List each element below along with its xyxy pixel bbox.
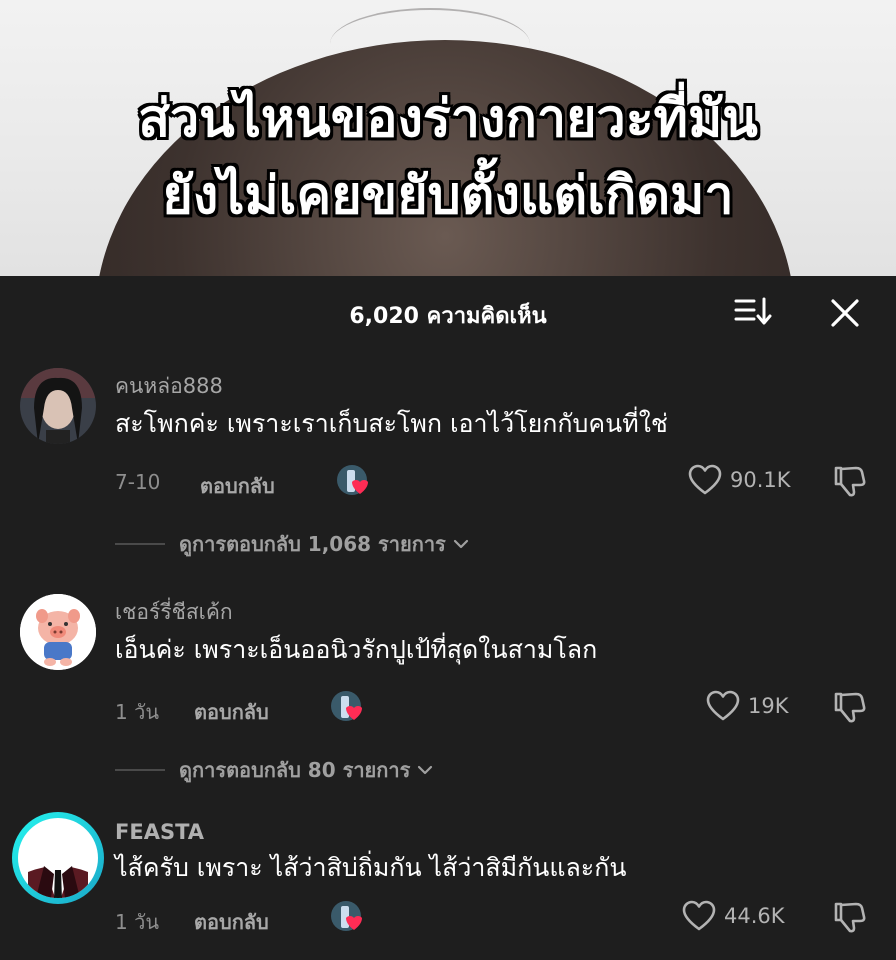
- comment-time: 1 วัน: [115, 910, 159, 934]
- like-button[interactable]: 90.1K: [688, 464, 791, 496]
- video-subject: [95, 40, 795, 276]
- creator-liked-icon: [331, 691, 362, 721]
- like-count: 44.6K: [724, 904, 785, 928]
- comments-header: 6,020 ความคิดเห็น: [0, 276, 896, 344]
- comments-panel: 6,020 ความคิดเห็น คนหล่อ888 สะโพกค่ะ เพร…: [0, 276, 896, 960]
- view-replies-label: ดูการตอบกลับ 1,068 รายการ: [179, 532, 446, 556]
- thumbs-down-icon[interactable]: [832, 690, 866, 724]
- close-icon[interactable]: [828, 296, 862, 330]
- thumbs-down-icon[interactable]: [832, 900, 866, 934]
- comment-username[interactable]: คนหล่อ888: [115, 370, 223, 403]
- thumbs-down-icon[interactable]: [832, 464, 866, 498]
- chevron-down-icon: [453, 539, 468, 549]
- video-caption-line-1: ส่วนไหนของร่างกายวะที่มัน: [138, 89, 758, 149]
- video-caption-line-2: ยังไม่เคยขยับตั้งแต่เกิดมา: [162, 166, 734, 226]
- reply-button[interactable]: ตอบกลับ: [194, 906, 269, 938]
- like-count: 90.1K: [730, 468, 791, 492]
- like-button[interactable]: 44.6K: [682, 900, 785, 932]
- reply-button[interactable]: ตอบกลับ: [200, 470, 275, 502]
- comment-item: FEASTA ไส้ครับ เพราะ ไส้ว่าสิบ่ถิ่มกัน ไ…: [0, 812, 896, 960]
- creator-liked-icon: [331, 901, 362, 931]
- view-replies-button[interactable]: ดูการตอบกลับ 1,068 รายการ: [115, 528, 470, 560]
- heart-outline-icon: [682, 900, 716, 931]
- heart-outline-icon: [688, 464, 722, 495]
- reply-button[interactable]: ตอบกลับ: [194, 696, 269, 728]
- chevron-down-icon: [418, 765, 433, 775]
- like-button[interactable]: 19K: [706, 690, 789, 722]
- sort-icon[interactable]: [734, 296, 772, 326]
- comment-username[interactable]: FEASTA: [115, 820, 204, 844]
- divider-line: [115, 769, 165, 771]
- avatar[interactable]: [10, 810, 106, 906]
- comment-time: 7-10: [115, 470, 161, 494]
- comment-item: เชอร์รี่ชีสเค้ก เอ็นค่ะ เพราะเอ็นออนิวรั…: [0, 594, 896, 784]
- heart-outline-icon: [706, 690, 740, 721]
- like-count: 19K: [748, 694, 789, 718]
- view-replies-label: ดูการตอบกลับ 80 รายการ: [179, 758, 411, 782]
- view-replies-button[interactable]: ดูการตอบกลับ 80 รายการ: [115, 754, 434, 786]
- comment-text: ไส้ครับ เพราะ ไส้ว่าสิบ่ถิ่มกัน ไส้ว่าสิ…: [115, 853, 627, 882]
- comment-item: คนหล่อ888 สะโพกค่ะ เพราะเราเก็บสะโพก เอา…: [0, 368, 896, 558]
- avatar[interactable]: [20, 368, 96, 444]
- comment-username[interactable]: เชอร์รี่ชีสเค้ก: [115, 596, 233, 629]
- comment-text: สะโพกค่ะ เพราะเราเก็บสะโพก เอาไว้โยกกับค…: [115, 409, 668, 438]
- creator-liked-icon: [337, 465, 368, 495]
- avatar[interactable]: [20, 594, 96, 670]
- video-preview[interactable]: ส่วนไหนของร่างกายวะที่มัน ยังไม่เคยขยับต…: [0, 0, 896, 276]
- comment-time: 1 วัน: [115, 700, 159, 724]
- comment-text: เอ็นค่ะ เพราะเอ็นออนิวรักปูเป้ที่สุดในสา…: [115, 635, 598, 664]
- divider-line: [115, 543, 165, 545]
